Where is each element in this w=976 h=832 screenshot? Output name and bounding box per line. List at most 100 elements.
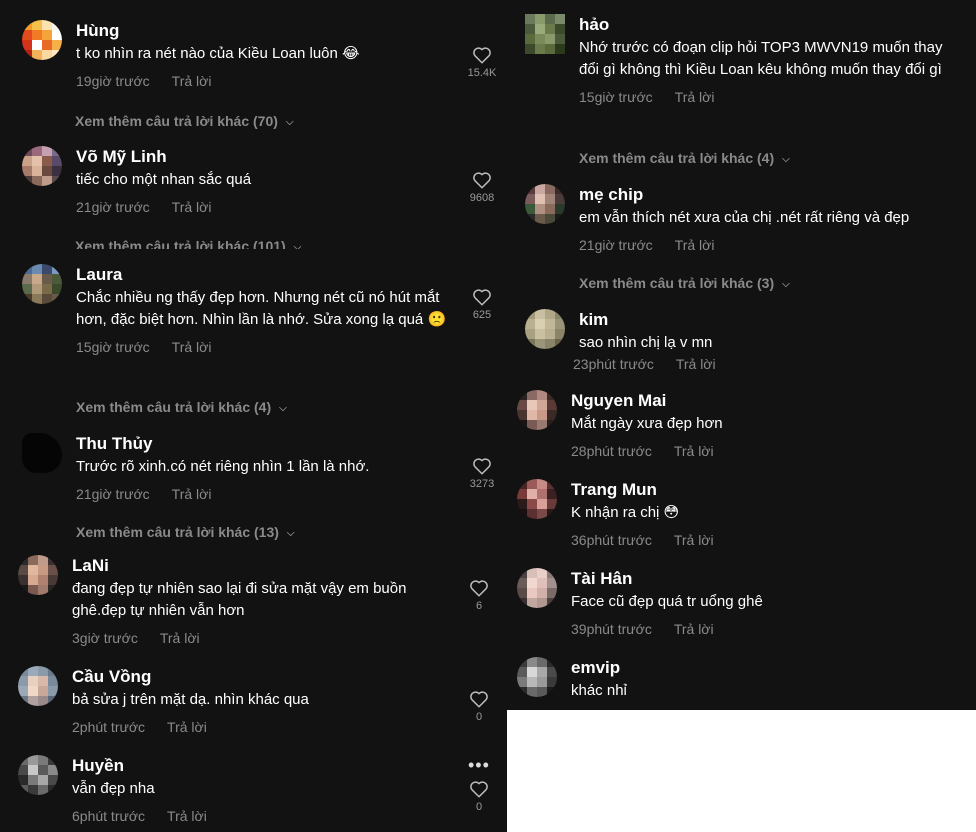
comment-text: khác nhỉ (571, 682, 627, 699)
reply-button[interactable]: Trả lời (674, 621, 714, 637)
comment-author[interactable]: Huyền (72, 755, 460, 777)
reply-button[interactable]: Trả lời (676, 356, 716, 372)
like-button[interactable]: 625 (457, 288, 507, 321)
comment-text: vẫn đẹp nha (72, 780, 155, 797)
comment-author[interactable]: Trang Mun (571, 479, 961, 501)
avatar[interactable] (517, 568, 557, 608)
comment-text: tiếc cho một nhan sắc quá (76, 171, 252, 188)
comment-author[interactable]: Laura (76, 264, 456, 286)
comment-text: Face cũ đẹp quá tr uổng ghê (571, 593, 763, 610)
comment-author[interactable]: Võ Mỹ Linh (76, 146, 476, 168)
reply-button[interactable]: Trả lời (172, 73, 212, 89)
avatar[interactable] (22, 433, 62, 473)
reply-button[interactable]: Trả lời (167, 808, 207, 824)
avatar[interactable] (525, 184, 565, 224)
avatar[interactable] (22, 20, 62, 60)
comment-author[interactable]: Tài Hân (571, 568, 961, 590)
comment-text: Trước rõ xinh.có nét riêng nhìn 1 lần là… (76, 458, 370, 475)
comment-text: Chắc nhiều ng thấy đẹp hơn. Nhưng nét cũ… (76, 289, 447, 328)
comment-time: 21giờ trước (76, 486, 150, 502)
reply-button[interactable]: Trả lời (172, 486, 212, 502)
comment-time: 23phút trước (573, 356, 654, 372)
comment-text: Mắt ngày xưa đẹp hơn (571, 415, 723, 432)
chevron-down-icon: ⌵ (286, 528, 295, 539)
avatar[interactable] (525, 14, 565, 54)
more-dots-icon[interactable]: ••• (468, 756, 490, 774)
comment-author[interactable]: Thu Thủy (76, 433, 476, 455)
reply-button[interactable]: Trả lời (160, 630, 200, 646)
like-button[interactable]: 15.4K (457, 46, 507, 79)
heart-outline-icon (470, 580, 488, 597)
reply-button[interactable]: Trả lời (172, 339, 212, 355)
comment-time: 19giờ trước (76, 73, 150, 89)
view-more-replies[interactable]: Xem thêm câu trả lời khác (13) ⌵ (76, 523, 295, 544)
view-more-replies[interactable]: Xem thêm câu trả lời khác (4) ⌵ (579, 149, 790, 170)
chevron-down-icon: ⌵ (293, 242, 302, 249)
avatar[interactable] (517, 390, 557, 430)
comment-author[interactable]: hảo (579, 14, 959, 36)
comment-time: 28phút trước (571, 443, 652, 459)
like-count: 625 (472, 309, 492, 321)
comment-time: 36phút trước (571, 532, 652, 548)
comment-author[interactable]: LaNi (72, 555, 460, 577)
like-button[interactable]: 6 (454, 579, 504, 612)
view-more-replies[interactable]: Xem thêm câu trả lời khác (101) ⌵ (75, 237, 301, 249)
heart-outline-icon (473, 47, 491, 64)
reply-button[interactable]: Trả lời (167, 719, 207, 735)
comment-time: 6phút trước (72, 808, 146, 824)
comment-text: em vẫn thích nét xưa của chị .nét rất ri… (579, 209, 910, 226)
heart-outline-icon (470, 781, 488, 798)
avatar[interactable] (517, 657, 557, 697)
avatar[interactable] (18, 755, 58, 795)
comment-text: bả sửa j trên mặt dạ. nhìn khác qua (72, 691, 309, 708)
like-count: 3273 (469, 478, 495, 490)
comment-time: 3giờ trước (72, 630, 138, 646)
like-button[interactable]: 0 (454, 780, 504, 813)
comment-author[interactable]: Hùng (76, 20, 476, 42)
like-count: 0 (475, 711, 483, 723)
view-more-replies[interactable]: Xem thêm câu trả lời khác (70) ⌵ (75, 112, 294, 133)
like-button[interactable]: 9608 (457, 171, 507, 204)
heart-outline-icon (470, 691, 488, 708)
comment-text: sao nhìn chị lạ v mn (579, 334, 713, 351)
heart-outline-icon (473, 172, 491, 189)
like-button[interactable]: 3273 (457, 457, 507, 490)
avatar[interactable] (18, 555, 58, 595)
comment-text: đang đẹp tự nhiên sao lại đi sửa mặt vậy… (72, 580, 407, 619)
like-count: 0 (475, 801, 483, 813)
comment-text: t ko nhìn ra nét nào của Kiều Loan luôn … (76, 45, 360, 62)
reply-button[interactable]: Trả lời (674, 443, 714, 459)
avatar[interactable] (18, 666, 58, 706)
reply-button[interactable]: Trả lời (675, 89, 715, 105)
comment-text: K nhận ra chị 😳 (571, 504, 680, 521)
view-more-replies-label: Xem thêm câu trả lời khác (13) (76, 524, 279, 540)
heart-outline-icon (473, 458, 491, 475)
chevron-down-icon: ⌵ (285, 117, 294, 128)
comments-panel-right: hảo Nhớ trước có đoạn clip hỏi TOP3 MWVN… (507, 0, 976, 710)
comment-time: 21giờ trước (76, 199, 150, 215)
avatar[interactable] (517, 479, 557, 519)
chevron-down-icon: ⌵ (782, 279, 790, 290)
like-button[interactable]: 0 (454, 690, 504, 723)
avatar[interactable] (22, 146, 62, 186)
comment-author[interactable]: mẹ chip (579, 184, 969, 206)
heart-outline-icon (473, 289, 491, 306)
comment-author[interactable]: Nguyen Mai (571, 390, 961, 412)
view-more-replies-label: Xem thêm câu trả lời khác (4) (76, 399, 272, 415)
comment-time: 15giờ trước (579, 89, 653, 105)
view-more-replies[interactable]: Xem thêm câu trả lời khác (4) ⌵ (76, 398, 287, 419)
avatar[interactable] (525, 309, 565, 349)
avatar[interactable] (22, 264, 62, 304)
view-more-replies-label: Xem thêm câu trả lời khác (4) (579, 150, 775, 166)
comment-author[interactable]: emvip (571, 657, 961, 679)
comment-time: 21giờ trước (579, 237, 653, 253)
reply-button[interactable]: Trả lời (674, 532, 714, 548)
chevron-down-icon: ⌵ (279, 403, 287, 414)
comment-text: Nhớ trước có đoạn clip hỏi TOP3 MWVN19 m… (579, 39, 943, 78)
reply-button[interactable]: Trả lời (172, 199, 212, 215)
view-more-replies[interactable]: Xem thêm câu trả lời khác (3) ⌵ (579, 274, 790, 295)
like-count: 6 (475, 600, 483, 612)
comment-author[interactable]: kim (579, 309, 959, 331)
reply-button[interactable]: Trả lời (675, 237, 715, 253)
comment-author[interactable]: Cầu Vồng (72, 666, 460, 688)
